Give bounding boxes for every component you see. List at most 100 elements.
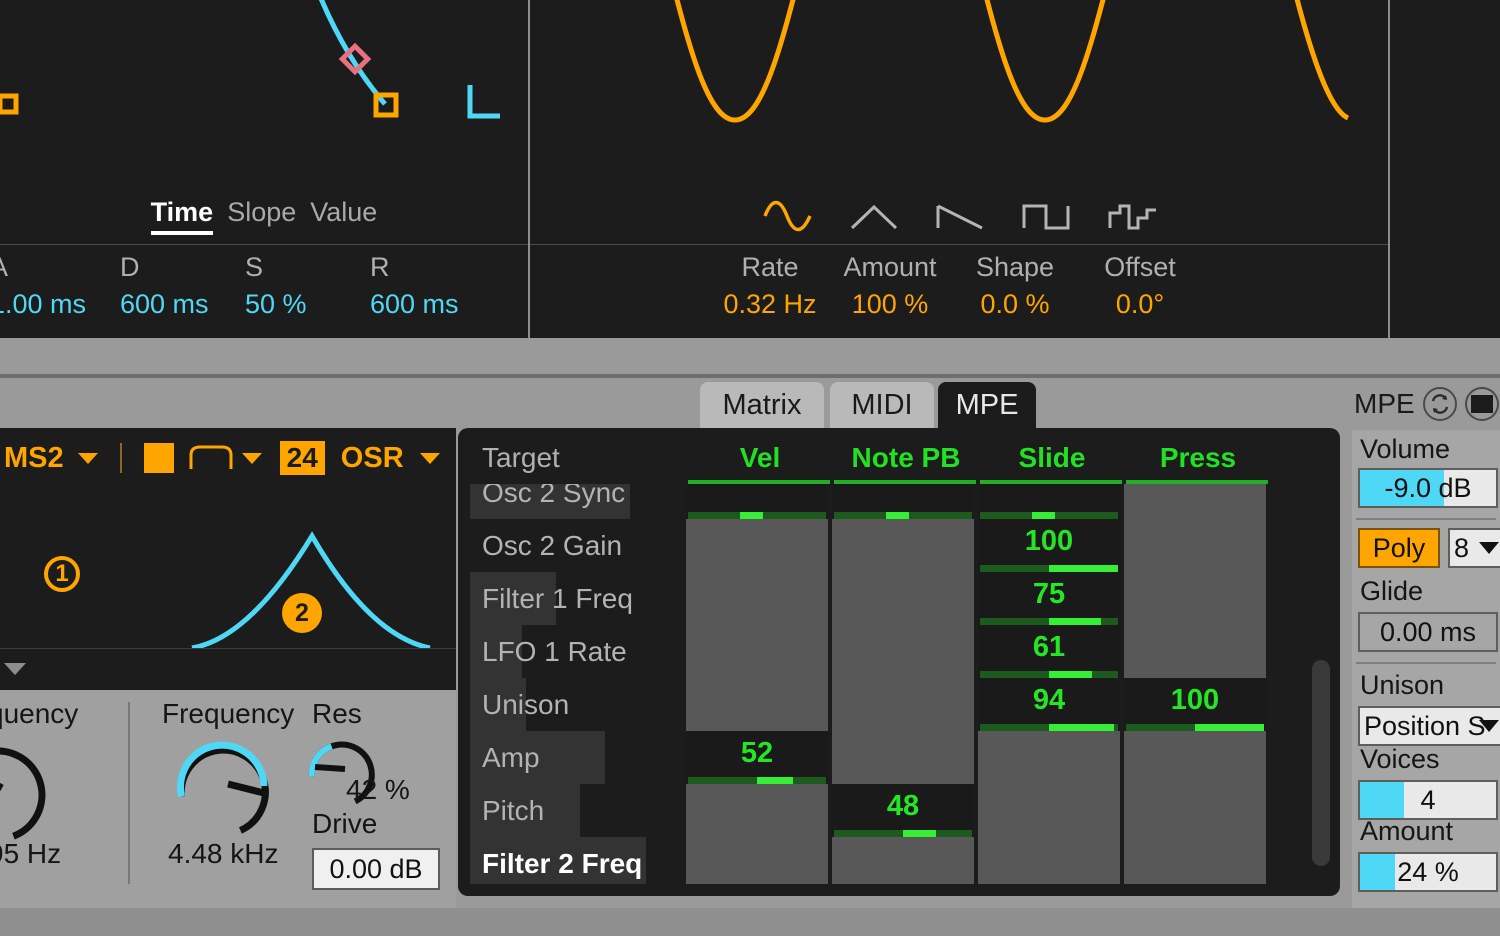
mpe-column-vel[interactable]: Vel xyxy=(686,442,834,474)
lfo-shape[interactable]: Shape 0.0 % xyxy=(955,252,1075,320)
mpe-cell[interactable] xyxy=(978,837,1120,884)
lfo-rate-value[interactable]: 0.32 Hz xyxy=(710,289,830,320)
lfo-offset-value[interactable]: 0.0° xyxy=(1080,289,1200,320)
mpe-retrigger-icon[interactable] xyxy=(1423,387,1457,421)
mpe-cell[interactable] xyxy=(832,731,974,784)
left-frequency-knob[interactable] xyxy=(0,728,62,848)
adsr-release[interactable]: R 600 ms xyxy=(370,252,459,320)
mpe-target-label[interactable]: Unison xyxy=(482,689,569,721)
mpe-cell[interactable] xyxy=(832,519,974,572)
mpe-cell[interactable] xyxy=(686,625,828,678)
filter-mode-label[interactable]: OSR xyxy=(341,442,404,475)
mpe-cell[interactable]: 75 xyxy=(978,572,1120,625)
mpe-cell[interactable] xyxy=(1124,837,1266,884)
mpe-cell[interactable] xyxy=(1124,784,1266,837)
sample-hold-wave-icon[interactable] xyxy=(1106,199,1158,233)
adsr-sustain[interactable]: S 50 % xyxy=(245,252,307,320)
mpe-matrix-scrollbar[interactable] xyxy=(1312,660,1330,866)
mpe-cell[interactable] xyxy=(1124,519,1266,572)
mpe-cell[interactable] xyxy=(686,784,828,837)
chevron-down-icon[interactable] xyxy=(78,453,98,464)
filter-type-chevron-icon[interactable] xyxy=(242,453,262,464)
adsr-attack[interactable]: A 1.00 ms xyxy=(0,252,86,320)
mpe-cell[interactable] xyxy=(832,678,974,731)
adsr-release-value[interactable]: 600 ms xyxy=(370,289,459,320)
envelope-tab-value[interactable]: Value xyxy=(310,197,377,235)
lfo-rate[interactable]: Rate 0.32 Hz xyxy=(710,252,830,320)
drive-field[interactable]: 0.00 dB xyxy=(312,848,440,890)
table-row[interactable]: Filter 2 Freq xyxy=(470,837,1328,884)
lfo-amount-value[interactable]: 100 % xyxy=(830,289,950,320)
mpe-cell[interactable]: 100 xyxy=(1124,678,1266,731)
filter-mode-chevron-icon[interactable] xyxy=(420,453,440,464)
mpe-target-label[interactable]: Filter 2 Freq xyxy=(482,848,642,880)
filter-response-graph[interactable]: 1 2 xyxy=(0,488,456,648)
adsr-decay-value[interactable]: 600 ms xyxy=(120,289,209,320)
mpe-cell[interactable]: 52 xyxy=(686,731,828,784)
mpe-cell[interactable]: - xyxy=(832,484,974,519)
envelope-mode-tabs[interactable]: Time Slope Value xyxy=(0,188,528,244)
left-knob-value[interactable]: 95 Hz xyxy=(0,838,61,870)
envelope-tab-time[interactable]: Time xyxy=(151,197,214,235)
volume-slider[interactable]: -9.0 dB xyxy=(1358,468,1498,508)
mpe-column-slide[interactable]: Slide xyxy=(978,442,1126,474)
table-row[interactable]: Amp52 xyxy=(470,731,1328,784)
mpe-cell[interactable] xyxy=(1124,731,1266,784)
strip-chevron-icon[interactable] xyxy=(4,663,26,675)
adsr-sustain-value[interactable]: 50 % xyxy=(245,289,307,320)
frequency-knob-value[interactable]: 4.48 kHz xyxy=(168,838,279,870)
mpe-target-label[interactable]: Osc 2 Gain xyxy=(482,530,622,562)
poly-button[interactable]: Poly xyxy=(1358,528,1440,568)
res-knob-value[interactable]: 42 % xyxy=(346,774,410,806)
lfo-shape-value[interactable]: 0.0 % xyxy=(955,289,1075,320)
square-wave-icon[interactable] xyxy=(1020,199,1072,233)
lfo-waveform-selector[interactable] xyxy=(530,188,1390,244)
envelope-tab-slope[interactable]: Slope xyxy=(227,197,296,235)
mpe-cell[interactable] xyxy=(686,837,828,884)
mpe-cell[interactable]: 100 xyxy=(978,519,1120,572)
bandpass-curve-icon[interactable] xyxy=(188,443,234,473)
table-row[interactable]: Pitch48 xyxy=(470,784,1328,837)
mpe-cell[interactable]: - xyxy=(686,484,828,519)
mpe-cell[interactable]: 61 xyxy=(978,625,1120,678)
device-tab-bar[interactable]: Matrix MIDI MPE xyxy=(0,382,1500,428)
mpe-cell[interactable]: - xyxy=(978,484,1120,519)
mpe-cell[interactable] xyxy=(686,572,828,625)
mpe-cell[interactable] xyxy=(832,572,974,625)
mpe-panel-toggle-icon[interactable] xyxy=(1465,387,1499,421)
mpe-target-label[interactable]: Pitch xyxy=(482,795,544,827)
table-row[interactable]: Unison 94100 xyxy=(470,678,1328,731)
mpe-cell[interactable] xyxy=(1124,484,1266,519)
lfo-waveform-display[interactable] xyxy=(530,0,1390,188)
unison-mode-dropdown[interactable]: Position S xyxy=(1358,706,1500,746)
mpe-cell[interactable] xyxy=(686,678,828,731)
table-row[interactable]: Osc 2 Sync--- xyxy=(470,484,1328,519)
mpe-column-notepb[interactable]: Note PB xyxy=(832,442,980,474)
filter-enable-toggle[interactable] xyxy=(144,443,174,473)
table-row[interactable]: Osc 2 Gain 100 xyxy=(470,519,1328,572)
saw-down-wave-icon[interactable] xyxy=(934,199,986,233)
mpe-cell[interactable] xyxy=(1124,572,1266,625)
tab-mpe[interactable]: MPE xyxy=(938,382,1036,428)
unison-voices-slider[interactable]: 4 xyxy=(1358,780,1498,820)
adsr-decay[interactable]: D 600 ms xyxy=(120,252,209,320)
envelope-graph[interactable] xyxy=(0,0,528,188)
mpe-column-press[interactable]: Press xyxy=(1124,442,1272,474)
mpe-cell[interactable] xyxy=(978,784,1120,837)
triangle-wave-icon[interactable] xyxy=(848,199,900,233)
frequency-knob[interactable] xyxy=(172,728,284,840)
voice-count-dropdown[interactable]: 8 xyxy=(1448,528,1500,568)
tab-midi[interactable]: MIDI xyxy=(830,382,934,428)
lfo-amount[interactable]: Amount 100 % xyxy=(830,252,950,320)
glide-field[interactable]: 0.00 ms xyxy=(1358,612,1498,652)
mpe-target-label[interactable]: Osc 2 Sync xyxy=(482,484,625,509)
lfo-offset[interactable]: Offset 0.0° xyxy=(1080,252,1200,320)
mpe-cell[interactable] xyxy=(686,519,828,572)
mpe-cell[interactable] xyxy=(832,837,974,884)
filter-source-label[interactable]: MS2 xyxy=(4,442,64,475)
mpe-cell[interactable]: 94 xyxy=(978,678,1120,731)
unison-amount-slider[interactable]: 24 % xyxy=(1358,852,1498,892)
adsr-attack-value[interactable]: 1.00 ms xyxy=(0,289,86,320)
mpe-cell[interactable] xyxy=(1124,625,1266,678)
tab-matrix[interactable]: Matrix xyxy=(700,382,824,428)
